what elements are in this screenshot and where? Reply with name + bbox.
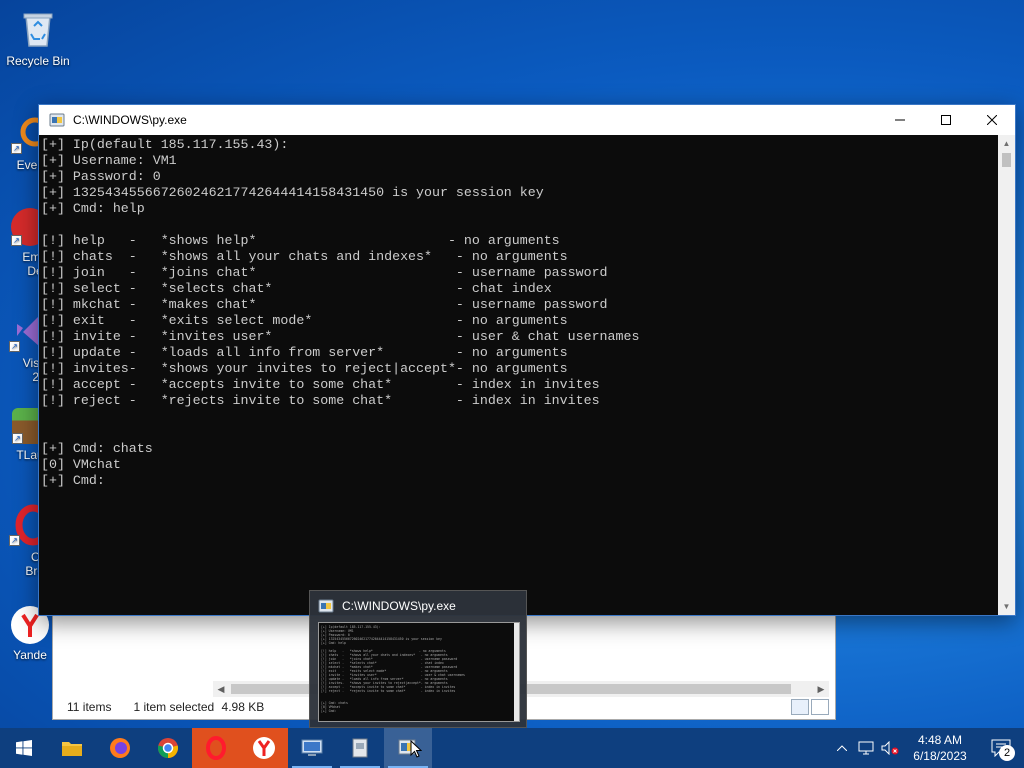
console-line: [!] mkchat - *makes chat* - username pas… (41, 297, 608, 312)
taskbar-app-firefox[interactable] (96, 728, 144, 768)
item-count: 11 items (67, 700, 112, 714)
console-line: [!] accept - *accepts invite to some cha… (41, 377, 600, 392)
volume-muted-icon (881, 741, 899, 755)
title-bar[interactable]: C:\WINDOWS\py.exe (39, 105, 1015, 135)
folder-icon (62, 742, 82, 756)
console-output[interactable]: [+] Ip(default 185.117.155.43): [+] Usern… (39, 135, 998, 615)
view-buttons (791, 699, 829, 715)
minimize-icon (895, 119, 905, 121)
firefox-icon (110, 738, 130, 758)
console-line: [!] help - *shows help* - no arguments (41, 233, 560, 248)
console-line: [!] chats - *shows all your chats and in… (41, 249, 568, 264)
taskbar-app-py-exe[interactable] (384, 728, 432, 768)
maximize-icon (941, 115, 951, 125)
yandex-icon (253, 737, 275, 759)
console-line: [0] VMchat (41, 457, 121, 472)
console-line: [+] Ip(default 185.117.155.43): (41, 137, 289, 152)
recycle-bin-icon (17, 8, 59, 50)
windows-logo-icon (16, 740, 32, 756)
desktop-icon-label: Recycle Bin (6, 54, 70, 68)
shortcut-arrow-icon: ↗ (9, 341, 20, 352)
desktop-icon-label: Yande (13, 648, 47, 662)
console-line: [!] update - *loads all info from server… (41, 345, 568, 360)
taskbar-app-opera[interactable] (192, 728, 240, 768)
system-tray: 4:48 AM 6/18/2023 2 (830, 728, 1024, 768)
taskbar-app-chrome[interactable] (144, 728, 192, 768)
console-line: [+] Username: VM1 (41, 153, 177, 168)
console-line: [!] exit - *exits select mode* - no argu… (41, 313, 568, 328)
network-icon (858, 741, 874, 755)
console-line: [!] select - *selects chat* - chat index (41, 281, 552, 296)
remote-desktop-icon (301, 739, 323, 756)
shortcut-arrow-icon: ↗ (11, 235, 22, 246)
taskbar-app-file-explorer[interactable] (48, 728, 96, 768)
chevron-up-icon (837, 745, 847, 751)
preview-console-text: [+] Ip(default 185.117.155.43): [+] User… (321, 625, 465, 713)
maximize-button[interactable] (923, 105, 969, 135)
shortcut-arrow-icon: ↗ (12, 433, 23, 444)
selection-count: 1 item selected (133, 700, 215, 714)
console-line: [!] reject - *rejects invite to some cha… (41, 393, 600, 408)
console-line: [!] join - *joins chat* - username passw… (41, 265, 608, 280)
console-line: [+] Cmd: (41, 473, 105, 488)
preview-scrollbar (514, 623, 519, 721)
console-line: [+] 132543455667260246217742644414158431… (41, 185, 544, 200)
opera-icon (206, 736, 226, 760)
preview-title: C:\WINDOWS\py.exe (342, 599, 456, 613)
window-title: C:\WINDOWS\py.exe (73, 113, 187, 127)
console-line: [!] invites- *shows your invites to reje… (41, 361, 568, 376)
taskbar-app-yandex[interactable] (240, 728, 288, 768)
details-view-icon[interactable] (791, 699, 809, 715)
volume-button[interactable] (878, 728, 902, 768)
clock-time: 4:48 AM (917, 733, 963, 747)
python-icon (49, 113, 65, 127)
python-icon (318, 599, 334, 613)
large-icons-view-icon[interactable] (811, 699, 829, 715)
taskbar-app-remote-desktop[interactable] (288, 728, 336, 768)
start-button[interactable] (0, 728, 48, 768)
scroll-down-icon[interactable]: ▼ (998, 598, 1015, 615)
taskbar: 4:48 AM 6/18/2023 2 (0, 728, 1024, 768)
network-button[interactable] (854, 728, 878, 768)
close-icon (987, 115, 997, 125)
desktop-icon-recycle-bin[interactable]: Recycle Bin (2, 8, 74, 68)
taskbar-clock[interactable]: 4:48 AM 6/18/2023 (902, 732, 978, 764)
clock-date: 6/18/2023 (913, 749, 967, 763)
notification-badge: 2 (999, 745, 1015, 761)
installer-icon (352, 738, 368, 758)
console-line: [+] Cmd: help (41, 201, 145, 216)
minimize-button[interactable] (877, 105, 923, 135)
selection-size: 4.98 KB (221, 700, 265, 714)
scroll-up-icon[interactable]: ▲ (998, 135, 1015, 152)
console-window[interactable]: C:\WINDOWS\py.exe [+] Ip(default 185.117… (38, 104, 1016, 616)
chrome-icon (157, 738, 179, 758)
action-center-button[interactable]: 2 (978, 728, 1024, 768)
vertical-scrollbar[interactable]: ▲ ▼ (998, 135, 1015, 615)
shortcut-arrow-icon: ↗ (9, 535, 20, 546)
console-line: [!] invite - *invites user* - user & cha… (41, 329, 640, 344)
shortcut-arrow-icon: ↗ (11, 143, 22, 154)
taskbar-thumbnail-preview[interactable]: C:\WINDOWS\py.exe [+] Ip(default 185.117… (309, 590, 527, 728)
close-button[interactable] (969, 105, 1015, 135)
selection-info: 1 item selected 4.98 KB (133, 700, 264, 714)
mouse-cursor-icon (410, 740, 422, 758)
show-hidden-icons-button[interactable] (830, 728, 854, 768)
scrollbar-thumb[interactable] (1002, 153, 1011, 167)
preview-thumbnail[interactable]: [+] Ip(default 185.117.155.43): [+] User… (318, 622, 520, 722)
console-line: [+] Cmd: chats (41, 441, 153, 456)
taskbar-app-installer[interactable] (336, 728, 384, 768)
console-line: [+] Password: 0 (41, 169, 161, 184)
